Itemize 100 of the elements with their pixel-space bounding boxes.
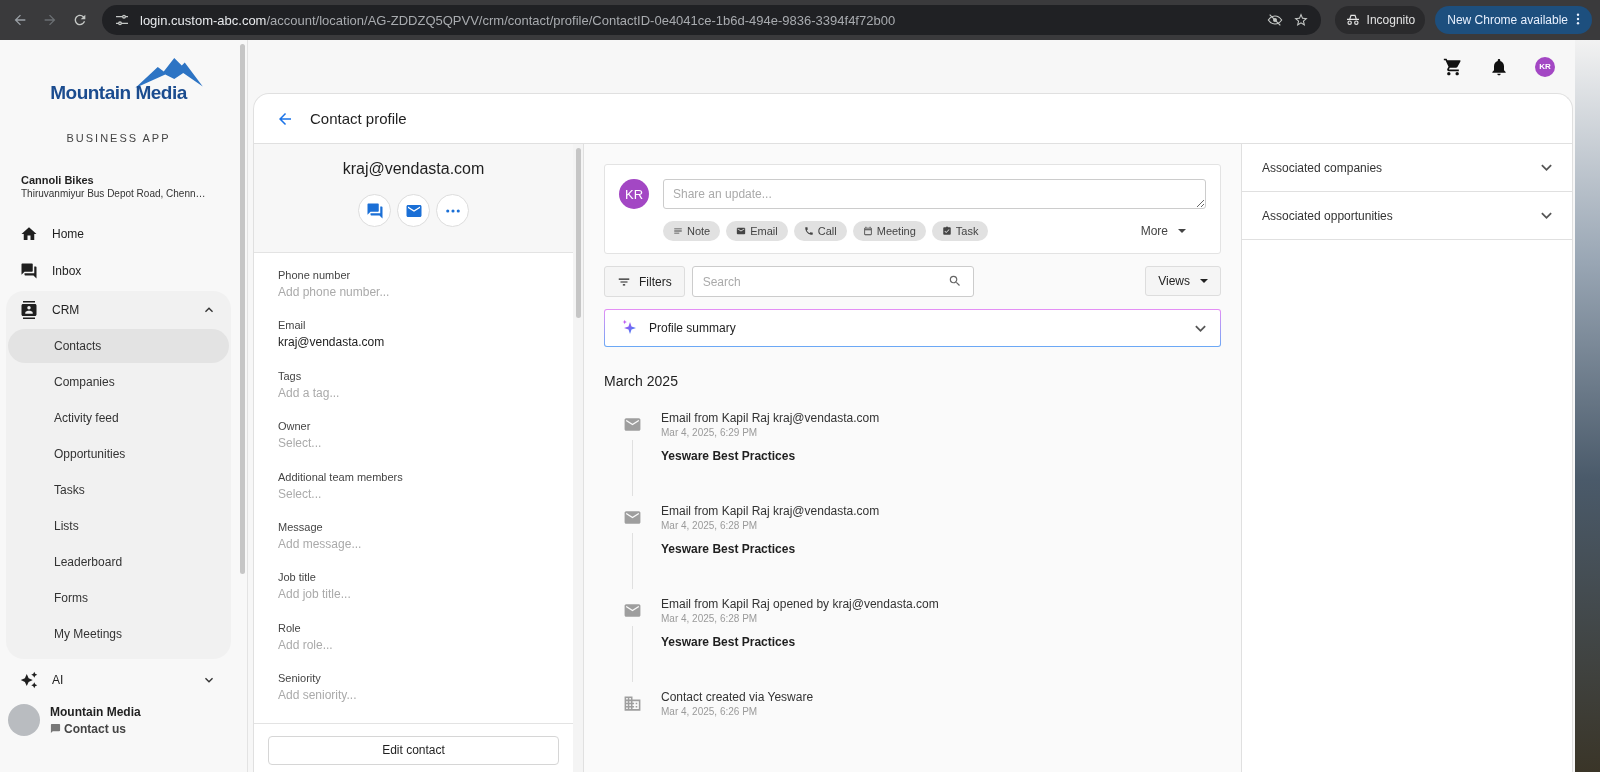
field-label: Phone number <box>278 269 352 281</box>
input-field[interactable]: Add seniority... <box>278 686 478 705</box>
input-field[interactable]: Add job title... <box>278 585 478 604</box>
nav-subitem[interactable]: Lists <box>8 509 229 543</box>
search-icon <box>947 274 962 288</box>
activity-chip[interactable]: Call <box>793 221 847 241</box>
nav-item[interactable]: CRM <box>6 291 231 328</box>
nav-subitem[interactable]: Forms <box>8 581 229 615</box>
caret-icon <box>1200 279 1208 283</box>
nav-subitem[interactable]: Activity feed <box>8 401 229 435</box>
field-label: Seniority <box>278 672 322 685</box>
field-label: Job title <box>278 571 317 584</box>
input-field[interactable]: kraj@vendasta.com <box>278 333 478 352</box>
nav-item[interactable]: AI <box>6 661 231 698</box>
nav-subitem[interactable]: Opportunities <box>8 437 229 471</box>
scrollbar-thumb[interactable] <box>575 148 581 318</box>
panel-title: Profile summary <box>649 321 736 335</box>
contact-us-link[interactable]: Contact us <box>50 721 141 736</box>
user-avatar[interactable]: KR <box>1535 56 1555 77</box>
activity-time: Mar 4, 2025, 6:28 PM <box>661 520 759 531</box>
input-field[interactable]: Add phone number... <box>278 283 478 301</box>
input-field[interactable]: Add message... <box>278 534 478 553</box>
nav-label: Inbox <box>52 263 82 278</box>
clipboard-check-icon <box>941 226 952 236</box>
building-icon <box>623 694 642 713</box>
activity-title: Email from Kapil Raj kraj@vendasta.com <box>661 411 880 425</box>
envelope-icon <box>623 415 642 434</box>
incognito-icon <box>1344 12 1361 28</box>
envelope-icon <box>623 601 642 620</box>
nav-label: Home <box>52 226 84 241</box>
filters-button[interactable]: Filters <box>604 266 685 297</box>
nav-label: CRM <box>52 302 80 317</box>
nav-item[interactable]: Inbox <box>6 252 231 289</box>
reload-icon[interactable] <box>72 12 88 28</box>
activity-chip[interactable]: Meeting <box>852 221 926 241</box>
update-input[interactable]: Share an update... <box>663 179 1206 209</box>
bell-icon[interactable] <box>1489 56 1509 77</box>
avatar-photo-placeholder <box>8 704 40 736</box>
scrollbar-thumb[interactable] <box>239 44 245 574</box>
field-label: Email <box>278 319 307 332</box>
edit-contact-button[interactable]: Edit contact <box>268 735 559 765</box>
update-chrome-button[interactable]: New Chrome available <box>1435 6 1592 34</box>
eye-slash-icon[interactable] <box>1266 12 1283 28</box>
association-panel[interactable]: Associated companies <box>1242 144 1572 192</box>
search-field[interactable]: Search <box>691 266 974 297</box>
caret-icon <box>1178 229 1186 233</box>
nav-subitem[interactable]: Leaderboard <box>8 545 229 579</box>
brand-logo[interactable]: Mountain Media <box>6 58 231 110</box>
nav-subitem[interactable]: My Meetings <box>8 617 229 651</box>
incognito-indicator[interactable]: Incognito <box>1334 6 1426 34</box>
address-bar[interactable]: login.custom-abc.com/account/location/AG-ZDDZQ5QPVV/crm/contact/profile/ContactID-0e4041ce-1b6d-494e-9836-3394f4f72b00 <box>102 5 1321 35</box>
email-button[interactable] <box>397 194 430 227</box>
business-name: Cannoli Bikes <box>21 174 95 186</box>
star-icon[interactable] <box>1292 12 1309 28</box>
account-name: Mountain Media <box>50 704 141 719</box>
field-label: Role <box>278 621 302 634</box>
page-title: Contact profile <box>310 110 407 127</box>
activity-chip[interactable]: Task <box>931 221 989 241</box>
phone-icon <box>803 226 814 236</box>
activity-time: Mar 4, 2025, 6:26 PM <box>661 706 759 717</box>
sliders-icon[interactable] <box>114 12 130 28</box>
association-panel[interactable]: Associated opportunities <box>1242 192 1572 240</box>
nav-subitem[interactable]: Companies <box>8 365 229 399</box>
chat-bubbles-icon <box>20 261 38 280</box>
activity-time: Mar 4, 2025, 6:29 PM <box>661 427 759 438</box>
kebab-icon <box>1576 13 1580 25</box>
url-text: login.custom-abc.com/account/location/AG-ZDDZQ5QPVV/crm/contact/profile/ContactID-0e4041ce-1b6d-494e-9836-3394f4f72b00 <box>140 12 896 28</box>
input-field[interactable]: Add role... <box>278 635 478 654</box>
nav-subitem[interactable]: Contacts <box>8 329 229 363</box>
nav-subitem[interactable]: Tasks <box>8 473 229 507</box>
back-icon[interactable] <box>12 12 28 28</box>
input-field[interactable]: Select... <box>278 434 478 453</box>
activity-chip[interactable]: Email <box>726 221 788 241</box>
envelope-icon <box>623 508 642 527</box>
input-field[interactable]: Select... <box>278 484 478 503</box>
app-tagline: BUSINESS APP <box>65 132 172 144</box>
email-subject[interactable]: Yesware Best Practices <box>661 542 880 556</box>
field-label: Owner <box>278 420 312 433</box>
message-button[interactable] <box>358 194 391 227</box>
activity-chip[interactable]: Note <box>663 221 721 241</box>
nav-item[interactable]: Home <box>6 215 231 252</box>
sparkles-icon <box>20 670 38 689</box>
cart-icon[interactable] <box>1443 56 1463 77</box>
input-field[interactable]: Add a tag... <box>278 383 478 402</box>
activity-title: Email from Kapil Raj kraj@vendasta.com <box>661 504 880 518</box>
field-label: Message <box>278 520 324 533</box>
email-subject[interactable]: Yesware Best Practices <box>661 635 939 649</box>
views-dropdown[interactable]: Views <box>1145 266 1221 296</box>
panel-title: Associated opportunities <box>1262 208 1393 223</box>
month-heading: March 2025 <box>604 373 679 389</box>
email-subject[interactable]: Yesware Best Practices <box>661 449 880 463</box>
contact-name: kraj@vendasta.com <box>342 160 485 178</box>
panel-title: Associated companies <box>1262 160 1383 175</box>
field-label: Additional team members <box>278 470 404 483</box>
activity-time: Mar 4, 2025, 6:28 PM <box>661 613 759 624</box>
envelope-icon <box>736 226 747 236</box>
activity-title: Email from Kapil Raj opened by kraj@vendasta.com <box>661 597 939 611</box>
more-dropdown[interactable]: More <box>1134 223 1192 239</box>
nav-label: AI <box>52 672 64 687</box>
profile-summary-panel[interactable]: Profile summary <box>604 309 1221 347</box>
